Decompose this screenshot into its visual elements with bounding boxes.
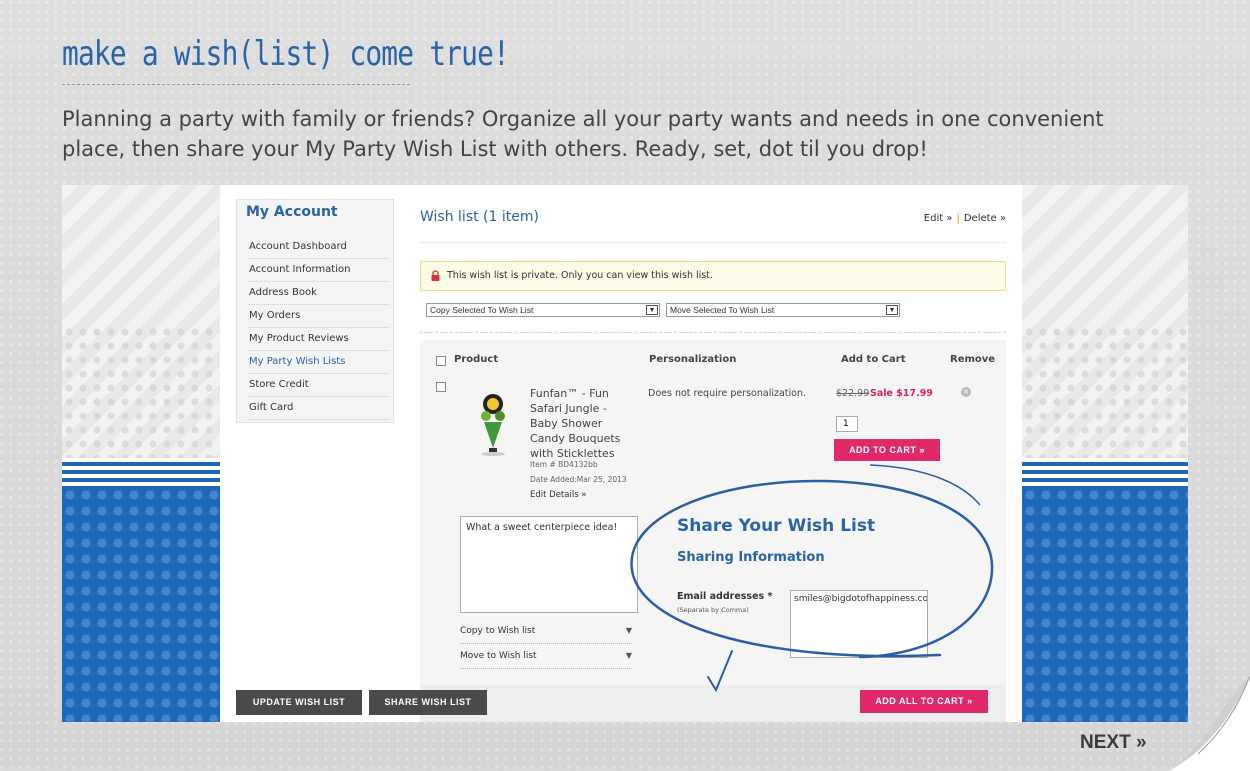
screenshot-stage: My Account Account Dashboard Account Inf…: [62, 185, 1188, 722]
headline-underline: [62, 84, 410, 85]
annotation-circle: [630, 464, 994, 693]
decor-left: [62, 185, 220, 722]
next-button[interactable]: NEXT »: [1080, 732, 1147, 754]
intro-text: Planning a party with family or friends?…: [62, 107, 1104, 161]
page-curl-icon[interactable]: [1168, 676, 1250, 771]
headline: make a wish(list) come true!: [62, 34, 510, 74]
decor-right: [1022, 185, 1188, 722]
wishlist-screen: My Account Account Dashboard Account Inf…: [220, 185, 1022, 722]
